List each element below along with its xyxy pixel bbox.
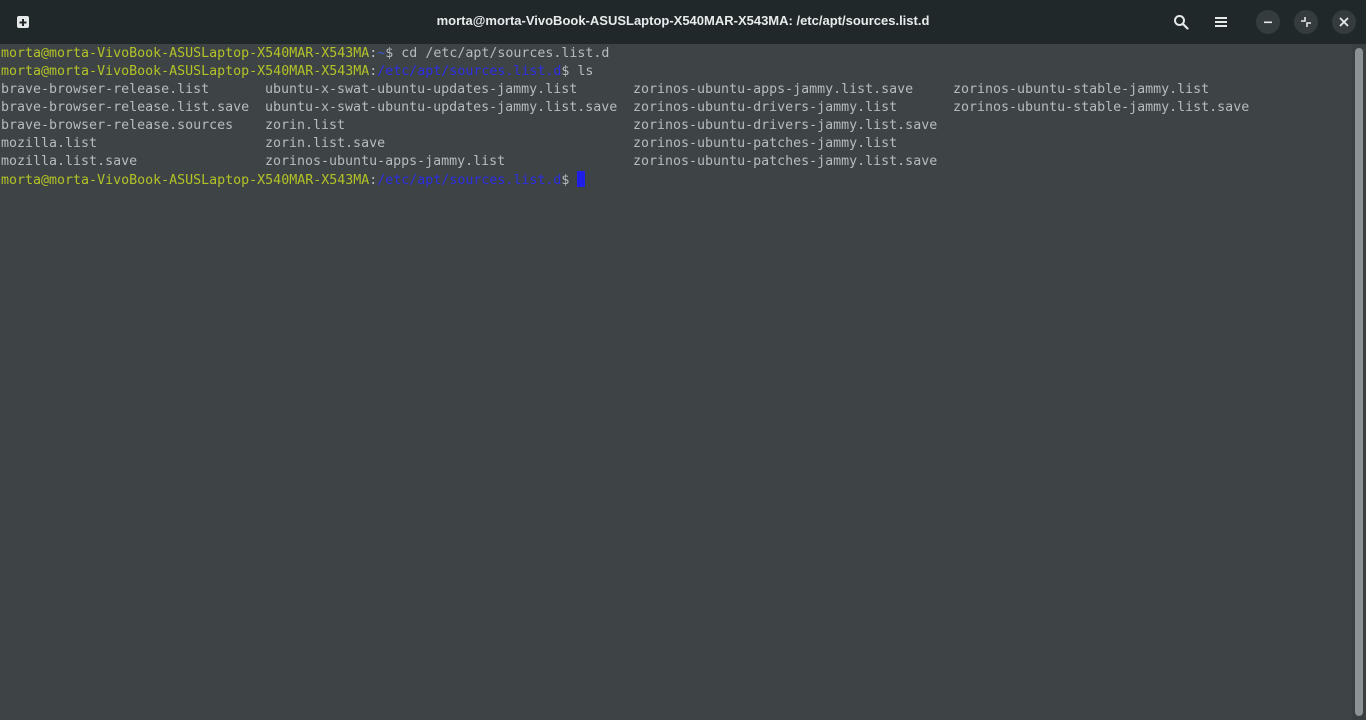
terminal-window: morta@morta-VivoBook-ASUSLaptop-X540MAR-… [0,0,1366,720]
new-tab-icon [17,16,29,28]
ls-output-row: brave-browser-release.sources zorin.list… [0,117,1352,135]
hamburger-menu-icon [1215,17,1227,27]
ls-output-row: brave-browser-release.list ubuntu-x-swat… [0,81,1352,99]
ls-entry: mozilla.list [1,136,98,151]
command-text: cd /etc/apt/sources.list.d [393,46,610,61]
prompt-dollar: $ [561,173,570,188]
menu-button[interactable] [1206,7,1236,37]
prompt-user: morta@morta-VivoBook-ASUSLaptop-X540MAR-… [1,46,370,61]
scrollbar-thumb[interactable] [1355,48,1363,716]
command-text: ls [569,64,594,79]
restore-icon [1301,17,1311,27]
ls-entry: brave-browser-release.sources [1,118,234,133]
search-button[interactable] [1166,7,1196,37]
prompt-path: /etc/apt/sources.list.d [377,64,562,79]
minimize-button[interactable] [1256,10,1280,34]
prompt-user: morta@morta-VivoBook-ASUSLaptop-X540MAR-… [1,173,370,188]
ls-entry: zorin.list.save [265,136,386,151]
terminal-line: morta@morta-VivoBook-ASUSLaptop-X540MAR-… [0,45,1352,63]
ls-entry: mozilla.list.save [1,154,138,169]
ls-output-row: mozilla.list.save zorinos-ubuntu-apps-ja… [0,153,1352,171]
terminal-line: morta@morta-VivoBook-ASUSLaptop-X540MAR-… [0,63,1352,81]
ls-entry: ubuntu-x-swat-ubuntu-updates-jammy.list.… [265,100,618,115]
close-button[interactable] [1332,10,1356,34]
terminal-line: morta@morta-VivoBook-ASUSLaptop-X540MAR-… [0,171,1352,189]
ls-entry: zorinos-ubuntu-drivers-jammy.list [633,100,898,115]
ls-output-row: mozilla.list zorin.list.save zorinos-ubu… [0,135,1352,153]
new-tab-button[interactable] [8,7,38,37]
search-icon [1174,15,1189,30]
ls-entry: brave-browser-release.list.save [1,100,250,115]
scrollbar[interactable] [1352,44,1366,720]
ls-entry: zorinos-ubuntu-stable-jammy.list [953,82,1210,97]
window-title: morta@morta-VivoBook-ASUSLaptop-X540MAR-… [436,13,930,28]
ls-entry: zorinos-ubuntu-drivers-jammy.list.save [633,118,938,133]
ls-entry: zorinos-ubuntu-patches-jammy.list.save [633,154,938,169]
ls-entry: zorinos-ubuntu-patches-jammy.list [633,136,898,151]
ls-entry: brave-browser-release.list [1,82,210,97]
restore-button[interactable] [1294,10,1318,34]
prompt-user: morta@morta-VivoBook-ASUSLaptop-X540MAR-… [1,64,370,79]
ls-output-row: brave-browser-release.list.save ubuntu-x… [0,99,1352,117]
ls-entry: zorin.list [265,118,346,133]
text-cursor [577,171,586,187]
ls-entry: zorinos-ubuntu-apps-jammy.list [265,154,506,169]
ls-entry: zorinos-ubuntu-apps-jammy.list.save [633,82,914,97]
minimize-icon [1264,21,1272,24]
close-icon [1339,17,1349,27]
ls-entry: zorinos-ubuntu-stable-jammy.list.save [953,100,1250,115]
headerbar: morta@morta-VivoBook-ASUSLaptop-X540MAR-… [0,0,1366,44]
terminal-output[interactable]: morta@morta-VivoBook-ASUSLaptop-X540MAR-… [0,44,1352,720]
prompt-path: /etc/apt/sources.list.d [377,173,562,188]
ls-entry: ubuntu-x-swat-ubuntu-updates-jammy.list [265,82,578,97]
